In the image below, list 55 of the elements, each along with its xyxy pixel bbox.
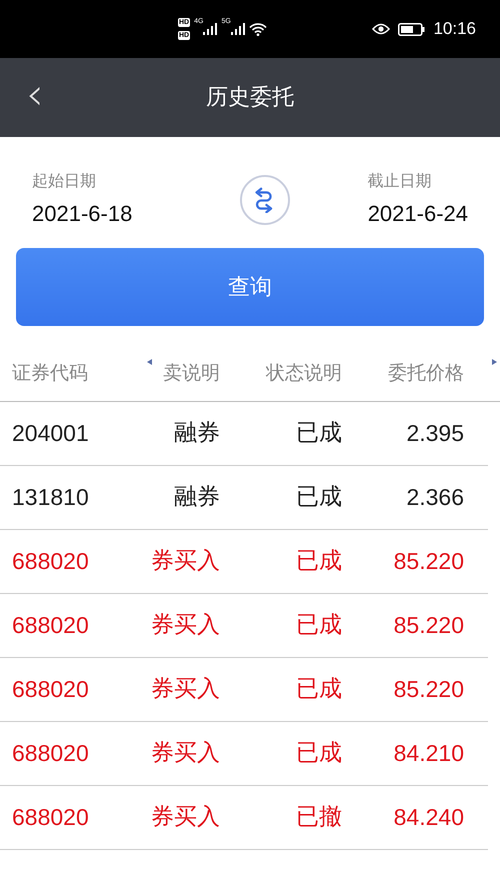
wifi-icon <box>248 22 267 36</box>
column-header: 证券代码 <box>12 360 89 386</box>
column-header: 卖说明 <box>163 360 220 386</box>
start-date[interactable]: 2021-6-18 <box>32 197 132 230</box>
table-row[interactable]: 688020 券买入 已成 85.220 <box>0 530 488 594</box>
end-date[interactable]: 2021-6-24 <box>368 197 468 230</box>
table-row[interactable]: 131810 融券 已成 2.366 <box>0 466 488 530</box>
table-cell-text: 688020 <box>12 547 90 576</box>
table-cell-text: 688020 <box>12 739 90 768</box>
column-header: 委托价格 <box>388 360 464 386</box>
table-cell-text: 204001 <box>12 419 90 448</box>
date-label: 截止日期 <box>368 170 433 192</box>
table-cell-text: 85.220 <box>394 547 464 576</box>
query-button[interactable]: 查询 <box>16 248 484 326</box>
scroll-left-icon[interactable] <box>147 359 152 365</box>
clock: 10:16 <box>433 18 476 40</box>
table-cell-text: 84.210 <box>394 739 464 768</box>
back-button[interactable]: ‹ <box>20 72 50 118</box>
table-cell-text: 已成 <box>296 419 342 448</box>
column-header: 状态说明 <box>266 360 342 386</box>
table-row[interactable]: 688020 券买入 已撤 84.240 <box>0 786 488 850</box>
signal-icon <box>203 23 218 35</box>
table-row[interactable]: 688020 券买入 已成 84.210 <box>0 722 488 786</box>
table-cell-text: 85.220 <box>394 611 464 640</box>
table-row[interactable]: 688020 券买入 已成 85.220 <box>0 658 488 722</box>
page-title: 历史委托 <box>206 84 294 112</box>
eye-icon <box>372 23 390 35</box>
table-row[interactable]: 688020 券买入 已成 85.220 <box>0 594 488 658</box>
table-cell-text: 84.240 <box>394 803 464 832</box>
table-cell-text: 券买入 <box>151 739 220 768</box>
table-cell-text: 已成 <box>296 547 342 576</box>
table-cell-text: 已成 <box>296 675 342 704</box>
table-cell-text: 688020 <box>12 803 90 832</box>
signal-icon <box>230 23 245 35</box>
table-cell-text: 已成 <box>296 483 342 512</box>
table-row[interactable]: 204001 融券 已成 2.395 <box>0 402 488 466</box>
table-cell-text: 688020 <box>12 611 90 640</box>
table-cell-text: 已成 <box>296 611 342 640</box>
scroll-right-icon[interactable] <box>492 359 497 365</box>
table-cell-text: 券买入 <box>151 803 220 832</box>
battery-icon <box>398 22 426 36</box>
table-cell-text: 券买入 <box>151 611 220 640</box>
table-cell-text: 131810 <box>12 483 90 512</box>
table-cell-text: 券买入 <box>151 675 220 704</box>
table-cell-text: 已成 <box>296 739 342 768</box>
table-cell-text: 2.366 <box>406 483 464 512</box>
date-label: 起始日期 <box>32 170 97 192</box>
table-cell-text: 融券 <box>174 483 220 512</box>
table-cell-text: 券买入 <box>151 547 220 576</box>
table-cell-text: 85.220 <box>394 675 464 704</box>
table-cell-text: 2.395 <box>406 419 464 448</box>
table-cell-text: 已撤 <box>296 803 342 832</box>
table-cell-text: 688020 <box>12 675 90 704</box>
table-cell-text: 融券 <box>174 419 220 448</box>
swap-button[interactable] <box>240 174 290 224</box>
